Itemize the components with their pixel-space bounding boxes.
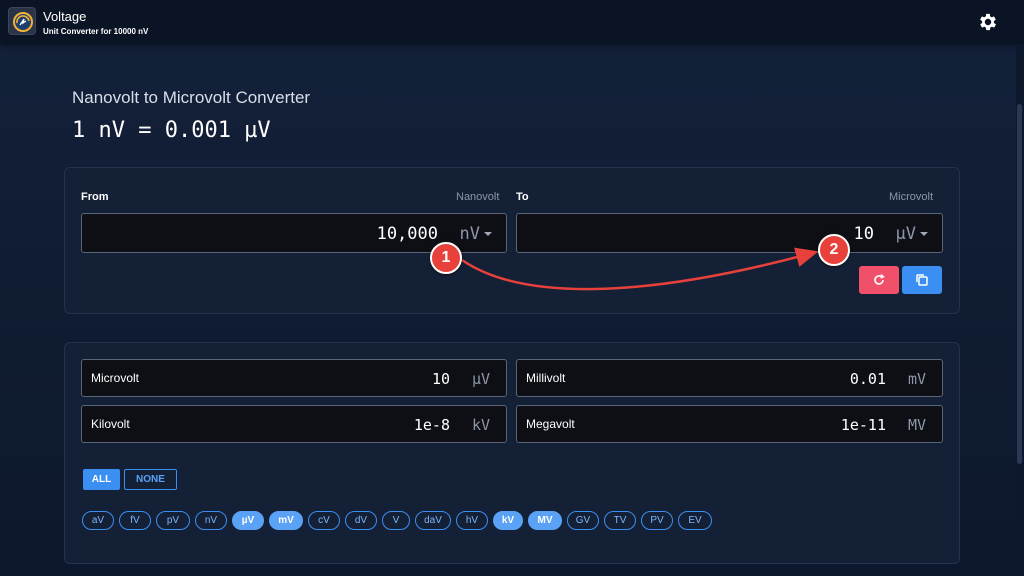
gear-icon[interactable] bbox=[977, 11, 999, 33]
app-subtitle: Unit Converter for 10000 nV bbox=[43, 27, 149, 36]
app-header: Voltage Unit Converter for 10000 nV bbox=[0, 0, 1024, 44]
from-label: From bbox=[81, 191, 109, 203]
annotation-badge: 2 bbox=[818, 234, 850, 266]
unit-chip[interactable]: kV bbox=[493, 511, 523, 530]
result-field[interactable]: Megavolt 1e-11 MV bbox=[516, 405, 943, 443]
conversion-formula: 1 nV = 0.001 µV bbox=[72, 118, 271, 143]
unit-chip[interactable]: nV bbox=[195, 511, 227, 530]
chevron-down-icon[interactable] bbox=[484, 232, 492, 236]
unit-chip[interactable]: TV bbox=[604, 511, 636, 530]
copy-icon bbox=[916, 274, 928, 286]
unit-chip[interactable]: PV bbox=[641, 511, 673, 530]
unit-chip[interactable]: mV bbox=[269, 511, 303, 530]
unit-chip[interactable]: EV bbox=[678, 511, 712, 530]
unit-chip[interactable]: cV bbox=[308, 511, 340, 530]
result-field[interactable]: Microvolt 10 µV bbox=[81, 359, 507, 397]
from-unit-select[interactable]: nV bbox=[460, 224, 480, 244]
to-unit-select[interactable]: µV bbox=[896, 224, 916, 244]
unit-chip[interactable]: aV bbox=[82, 511, 114, 530]
scrollbar[interactable] bbox=[1016, 44, 1024, 576]
unit-chip[interactable]: V bbox=[382, 511, 410, 530]
voltage-meter-icon bbox=[8, 7, 36, 35]
result-value[interactable]: 1e-11 bbox=[841, 416, 886, 434]
reset-button[interactable] bbox=[859, 266, 899, 294]
unit-chip[interactable]: fV bbox=[119, 511, 151, 530]
app-title: Voltage bbox=[43, 9, 87, 24]
annotation-badge: 1 bbox=[430, 242, 462, 274]
result-unit: mV bbox=[907, 370, 926, 388]
select-all-button[interactable]: ALL bbox=[83, 469, 120, 490]
from-unit-name: Nanovolt bbox=[456, 191, 500, 203]
result-value[interactable]: 10 bbox=[432, 370, 450, 388]
result-unit: kV bbox=[471, 416, 490, 434]
copy-button[interactable] bbox=[902, 266, 942, 294]
result-name: Millivolt bbox=[526, 371, 566, 385]
result-name: Microvolt bbox=[91, 371, 140, 385]
unit-chip[interactable]: GV bbox=[567, 511, 599, 530]
unit-chip[interactable]: µV bbox=[232, 511, 264, 530]
result-value[interactable]: 0.01 bbox=[850, 370, 886, 388]
from-value[interactable]: 10,000 bbox=[377, 224, 438, 244]
to-value-input[interactable]: 10 µV bbox=[516, 213, 943, 253]
scrollbar-thumb[interactable] bbox=[1017, 104, 1022, 464]
select-none-button[interactable]: NONE bbox=[124, 469, 177, 490]
unit-chip[interactable]: pV bbox=[156, 511, 190, 530]
to-unit-name: Microvolt bbox=[889, 191, 934, 203]
result-field[interactable]: Kilovolt 1e-8 kV bbox=[81, 405, 507, 443]
chevron-down-icon[interactable] bbox=[920, 232, 928, 236]
refresh-icon bbox=[874, 273, 885, 285]
unit-filter-chips: aV fV pV nV µV mV cV dV VdaV hV kV MV GV TV PV EV bbox=[82, 511, 822, 531]
result-unit: MV bbox=[907, 416, 926, 434]
unit-chip[interactable]: hV bbox=[456, 511, 488, 530]
result-name: Megavolt bbox=[526, 417, 575, 431]
unit-chip[interactable]: daV bbox=[415, 511, 451, 530]
result-field[interactable]: Millivolt 0.01 mV bbox=[516, 359, 943, 397]
unit-chip[interactable]: dV bbox=[345, 511, 377, 530]
unit-chip[interactable]: MV bbox=[528, 511, 562, 530]
result-name: Kilovolt bbox=[91, 417, 130, 431]
page-title: Nanovolt to Microvolt Converter bbox=[72, 88, 311, 107]
to-label: To bbox=[516, 191, 529, 203]
result-value[interactable]: 1e-8 bbox=[414, 416, 450, 434]
result-unit: µV bbox=[471, 370, 490, 388]
to-value[interactable]: 10 bbox=[854, 224, 874, 244]
